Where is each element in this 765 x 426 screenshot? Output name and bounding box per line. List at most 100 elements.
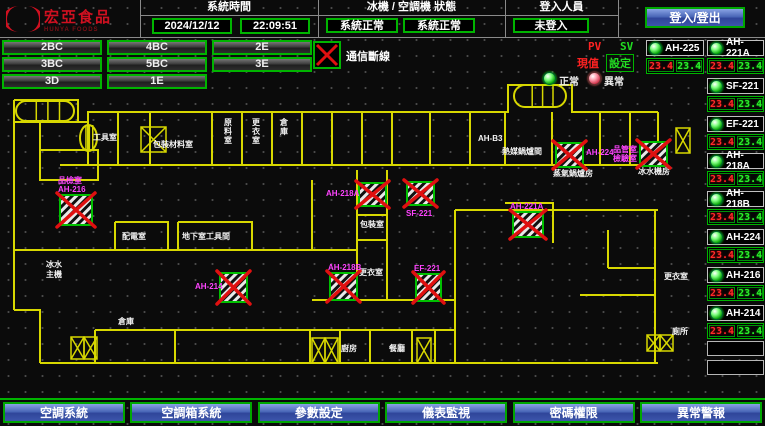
header-divider xyxy=(0,37,765,38)
unit-led-icon xyxy=(710,155,723,168)
header-sep-5 xyxy=(140,15,618,16)
unit-values-ah-214: 23.423.4 xyxy=(707,323,764,339)
elevator-icon xyxy=(325,338,338,363)
unit-pv-value: 23.4 xyxy=(709,60,735,72)
header-sep-4 xyxy=(618,0,619,37)
unit-marker-ef-221[interactable]: EF-221 xyxy=(413,264,444,303)
comm-fail-icon xyxy=(313,41,341,69)
unit-pv-value: 23.4 xyxy=(709,325,735,337)
system-date-value: 2024/12/12 xyxy=(152,18,232,34)
unit-row-ah-214[interactable]: AH-214 xyxy=(707,305,764,321)
unit-marker-label: AH-218A xyxy=(326,189,360,198)
unit-values-ah-216: 23.423.4 xyxy=(707,285,764,301)
pv-label: PV xyxy=(588,40,601,53)
nav-divider xyxy=(0,398,765,400)
unit-pv-value: 23.4 xyxy=(709,173,735,185)
ahu-status-value: 系統正常 xyxy=(403,18,475,33)
floor-button-1e[interactable]: 1E xyxy=(107,74,207,89)
nav-button-儀表監視[interactable]: 儀表監視 xyxy=(385,402,507,423)
nav-button-密碼權限[interactable]: 密碼權限 xyxy=(513,402,635,423)
elevator-icon xyxy=(312,338,325,363)
system-time-label: 系統時間 xyxy=(140,0,318,15)
room-label-vertical: 更衣室 xyxy=(252,117,261,145)
unit-marker-label: AH-214 xyxy=(195,282,223,291)
unit-pv-value: 23.4 xyxy=(709,98,735,110)
unit-marker-label: AH-218B xyxy=(328,263,362,272)
floor-button-2e[interactable]: 2E xyxy=(212,40,312,55)
unit-row-ef-221[interactable]: EF-221 xyxy=(707,116,764,132)
floor-button-2bc[interactable]: 2BC xyxy=(2,40,102,55)
unit-led-icon xyxy=(710,80,723,93)
floor-button-3bc[interactable]: 3BC xyxy=(2,57,102,72)
room-label: AH-B3 xyxy=(478,134,503,143)
unit-sv-value: 23.4 xyxy=(737,287,763,299)
unit-marker-ah-218b[interactable]: AH-218B xyxy=(327,263,362,302)
nav-button-空調系統[interactable]: 空調系統 xyxy=(3,402,125,423)
unit-row-sf-221[interactable]: SF-221 xyxy=(707,78,764,94)
room-label: 配電室 xyxy=(122,231,146,241)
abnormal-led-icon xyxy=(588,72,601,85)
unit-sv-value: 23.4 xyxy=(676,60,702,72)
unit-sv-value: 23.4 xyxy=(737,211,763,223)
chiller-status-value: 系統正常 xyxy=(326,18,398,33)
unit-row-ah-218a[interactable]: AH-218A xyxy=(707,153,764,169)
machine-status-label: 冰機 / 空調機 狀態 xyxy=(318,0,505,15)
unit-led-icon xyxy=(710,307,723,320)
elevator-icon xyxy=(647,335,660,351)
pv-name-label: 現值 xyxy=(577,55,599,71)
stairs-icon xyxy=(16,101,74,121)
unit-name-label: AH-218B xyxy=(726,188,763,210)
nav-button-空調箱系統[interactable]: 空調箱系統 xyxy=(130,402,252,423)
unit-led-icon xyxy=(710,269,723,282)
unit-marker-extra-label: 品檢室 xyxy=(58,175,82,185)
floor-button-3e[interactable]: 3E xyxy=(212,57,312,72)
unit-row-ah-224[interactable]: AH-224 xyxy=(707,229,764,245)
unit-name-label: EF-221 xyxy=(726,119,759,130)
room-label: 廚房 xyxy=(341,343,357,353)
unit-name-label: AH-214 xyxy=(726,308,760,319)
unit-sv-value: 23.4 xyxy=(737,249,763,261)
unit-row-ah-225[interactable]: AH-225 xyxy=(646,40,704,56)
unit-sv-value: 23.4 xyxy=(737,325,763,337)
unit-marker-ah-214[interactable]: AH-214 xyxy=(195,271,250,304)
unit-marker-label: SF-221 xyxy=(406,209,433,218)
map-walls xyxy=(14,85,658,363)
unit-values-ah-225: 23.423.4 xyxy=(646,58,704,74)
unit-marker-label: AH-221A xyxy=(510,202,544,211)
unit-marker-extra-label: 品管室 xyxy=(613,144,637,154)
floor-plan: 工具室包裝材料室AH-B3熱媒鍋爐間蒸氣鍋爐房冰水機房配電室地下室工具間包裝室更… xyxy=(0,75,705,396)
login-user-value: 未登入 xyxy=(513,18,589,33)
unit-sv-value: 23.4 xyxy=(737,173,763,185)
unit-marker-label: EF-221 xyxy=(414,264,441,273)
unit-marker-檢驗室[interactable]: 檢驗室品管室 xyxy=(613,140,670,168)
unit-row-ah-221a[interactable]: AH-221A xyxy=(707,40,764,56)
floor-button-4bc[interactable]: 4BC xyxy=(107,40,207,55)
unit-marker-ah-216[interactable]: AH-216品檢室 xyxy=(57,175,95,227)
unit-marker-ah-221a[interactable]: AH-221A xyxy=(510,202,546,239)
unit-empty-slot xyxy=(707,341,764,356)
comm-fail-label: 通信斷線 xyxy=(346,48,390,64)
unit-led-icon xyxy=(710,42,723,55)
room-label-vertical: 原料室 xyxy=(224,118,232,145)
unit-marker-sf-221[interactable]: SF-221 xyxy=(404,180,437,218)
nav-button-異常警報[interactable]: 異常警報 xyxy=(640,402,762,423)
floor-button-3d[interactable]: 3D xyxy=(2,74,102,89)
unit-name-label: AH-218A xyxy=(726,150,763,172)
unit-values-ef-221: 23.423.4 xyxy=(707,134,764,150)
floor-button-5bc[interactable]: 5BC xyxy=(107,57,207,72)
hmi-screen: 工具室包裝材料室AH-B3熱媒鍋爐間蒸氣鍋爐房冰水機房配電室地下室工具間包裝室更… xyxy=(0,0,765,426)
room-label: 廁所 xyxy=(672,326,688,336)
nav-button-參數設定[interactable]: 參數設定 xyxy=(258,402,380,423)
unit-row-ah-218b[interactable]: AH-218B xyxy=(707,191,764,207)
logo-subtitle: HUNYA FOODS xyxy=(44,27,112,33)
logo-title: 宏亞食品 xyxy=(44,6,112,27)
room-label: 冰水 xyxy=(46,259,63,269)
login-logout-button[interactable]: 登入/登出 xyxy=(645,7,745,28)
room-label: 地下室工具間 xyxy=(182,231,230,241)
normal-led-icon xyxy=(543,72,556,85)
unit-sv-value: 23.4 xyxy=(737,136,763,148)
elevator-icon xyxy=(660,335,673,351)
unit-pv-value: 23.4 xyxy=(648,60,674,72)
unit-led-icon xyxy=(710,231,723,244)
unit-row-ah-216[interactable]: AH-216 xyxy=(707,267,764,283)
